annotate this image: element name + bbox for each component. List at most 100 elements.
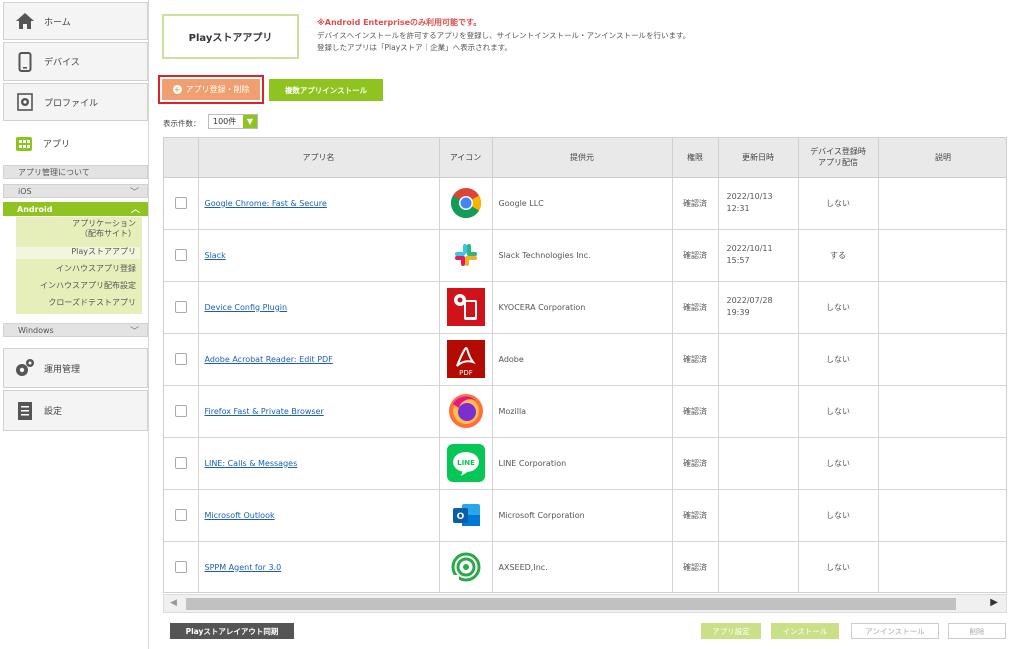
col-deliver-label-2: アプリ配信	[818, 158, 858, 168]
android-item-inhouse-register[interactable]: インハウスアプリ登録	[16, 264, 140, 274]
slack-icon	[440, 242, 492, 268]
count-label: 表示件数：	[163, 119, 201, 128]
deliver: しない	[798, 385, 879, 438]
deliver: しない	[798, 333, 879, 386]
permission: 確認済	[672, 229, 719, 282]
android-item-inhouse-distribution[interactable]: インハウスアプリ配布設定	[16, 281, 140, 291]
nav-device-label: デバイス	[44, 58, 80, 68]
sub-windows[interactable]: Windows ﹀	[3, 323, 148, 337]
add-app-button[interactable]: + アプリ登録・削除	[162, 79, 260, 100]
description	[878, 437, 1006, 490]
description	[878, 489, 1006, 542]
col-checkbox	[164, 138, 199, 178]
col-app-name[interactable]: アプリ名	[198, 138, 440, 178]
outlook-label: O	[456, 512, 464, 522]
app-name-link[interactable]: Slack	[199, 251, 226, 260]
nav-profile[interactable]: プロファイル	[3, 83, 148, 121]
home-icon	[14, 10, 36, 32]
scroll-right-icon[interactable]: ▶	[990, 597, 998, 608]
col-updated[interactable]: 更新日時	[718, 138, 799, 178]
nav-profile-label: プロファイル	[44, 98, 99, 109]
nav-ops-label: 運用管理	[44, 364, 81, 375]
col-permission[interactable]: 権限	[672, 138, 719, 178]
line-label: LINE	[457, 459, 475, 467]
scrollbar-thumb[interactable]	[186, 598, 956, 610]
nav-ops[interactable]: 運用管理	[3, 348, 148, 388]
app-name-link[interactable]: LINE: Calls & Messages	[199, 459, 298, 468]
uninstall-button[interactable]: アンインストール	[851, 623, 939, 639]
nav-app[interactable]: アプリ	[3, 123, 148, 163]
app-name-link[interactable]: Google Chrome: Fast & Secure	[199, 199, 327, 208]
sub-android[interactable]: Android ︿	[3, 202, 148, 216]
updated-date: 2022/10/11	[726, 244, 773, 253]
plus-icon: +	[172, 85, 182, 94]
row-checkbox[interactable]	[174, 509, 187, 521]
app-name-link[interactable]: Device Config Plugin	[199, 303, 288, 312]
deliver: する	[798, 229, 879, 282]
row-checkbox[interactable]	[174, 457, 187, 469]
android-item-playstore[interactable]: Playストアアプリ	[16, 247, 140, 259]
updated-time: 15:57	[726, 256, 750, 265]
row-checkbox[interactable]	[174, 301, 187, 313]
app-settings-button[interactable]: アプリ設定	[701, 623, 761, 639]
chevron-down-icon: ﹀	[129, 327, 139, 337]
notice-body: デバイスへインストールを許可するアプリを登録し、サイレントインストール・アンイン…	[317, 31, 691, 52]
provider: Adobe	[498, 354, 524, 364]
row-checkbox[interactable]	[174, 249, 187, 261]
row-checkbox[interactable]	[174, 353, 187, 365]
acrobat-icon: PDF	[440, 340, 492, 378]
nav-home[interactable]: ホーム	[3, 2, 148, 40]
description	[878, 333, 1006, 386]
app-grid-icon	[13, 132, 35, 154]
table-row: Google Chrome: Fast & Secure Google LLC …	[164, 177, 1006, 230]
row-checkbox[interactable]	[174, 405, 187, 417]
horizontal-scrollbar[interactable]: ◀ ▶	[163, 594, 1007, 613]
col-description: 説明	[878, 138, 1006, 178]
chevron-down-icon: ﹀	[129, 188, 139, 198]
pdf-label: PDF	[459, 369, 473, 377]
row-checkbox[interactable]	[174, 197, 187, 209]
sub-app-about[interactable]: アプリ管理について	[3, 165, 148, 179]
install-button[interactable]: インストール	[771, 623, 839, 639]
col-deliver[interactable]: デバイス登録時 アプリ配信	[798, 138, 879, 178]
updated: 2022/10/13 12:31	[718, 177, 799, 230]
line-icon: LINE	[440, 444, 492, 482]
nav-settings[interactable]: 設定	[3, 390, 148, 431]
count-select[interactable]: 100件 ▼	[208, 114, 258, 129]
permission: 確認済	[672, 177, 719, 230]
app-name-link[interactable]: SPPM Agent for 3.0	[199, 563, 282, 572]
nav-home-label: ホーム	[44, 17, 71, 28]
android-item-closed-test[interactable]: クローズドテストアプリ	[16, 298, 140, 308]
app-name-link[interactable]: Adobe Acrobat Reader: Edit PDF	[199, 355, 333, 364]
caret-down-icon: ▼	[243, 115, 257, 128]
playstore-layout-sync-button[interactable]: Playストアレイアウト同期	[170, 623, 294, 639]
permission: 確認済	[672, 489, 719, 542]
sub-windows-label: Windows	[18, 325, 54, 335]
chrome-icon	[440, 186, 492, 220]
delete-button[interactable]: 削除	[948, 623, 1006, 639]
deliver: しない	[798, 489, 879, 542]
table-row: Device Config Plugin KYOCERA Corporation…	[164, 281, 1006, 334]
multi-install-button[interactable]: 複数アプリインストール	[269, 79, 383, 101]
permission: 確認済	[672, 385, 719, 438]
nav-device[interactable]: デバイス	[3, 42, 148, 81]
app-name-link[interactable]: Firefox Fast & Private Browser	[199, 407, 324, 416]
permission: 確認済	[672, 437, 719, 490]
scroll-left-icon[interactable]: ◀	[170, 598, 177, 608]
updated: 2022/07/28 19:39	[718, 281, 799, 334]
firefox-icon	[440, 392, 492, 430]
updated-date: 2022/10/13	[726, 192, 773, 201]
row-checkbox[interactable]	[174, 561, 187, 573]
add-app-button-highlight: + アプリ登録・削除	[158, 75, 264, 104]
page-title: Playストアアプリ	[162, 14, 299, 59]
sub-ios[interactable]: iOS ﹀	[3, 184, 148, 198]
deliver: しない	[798, 541, 879, 592]
android-item-application-label-2: （配布サイト）	[80, 229, 136, 238]
device-config-icon	[440, 288, 492, 326]
deliver: しない	[798, 177, 879, 230]
android-item-application[interactable]: アプリケーション （配布サイト）	[16, 219, 140, 239]
table-row: LINE: Calls & Messages LINE LINE Corpora…	[164, 437, 1006, 490]
app-name-link[interactable]: Microsoft Outlook	[199, 511, 275, 520]
col-provider[interactable]: 提供元	[492, 138, 673, 178]
deliver: しない	[798, 437, 879, 490]
